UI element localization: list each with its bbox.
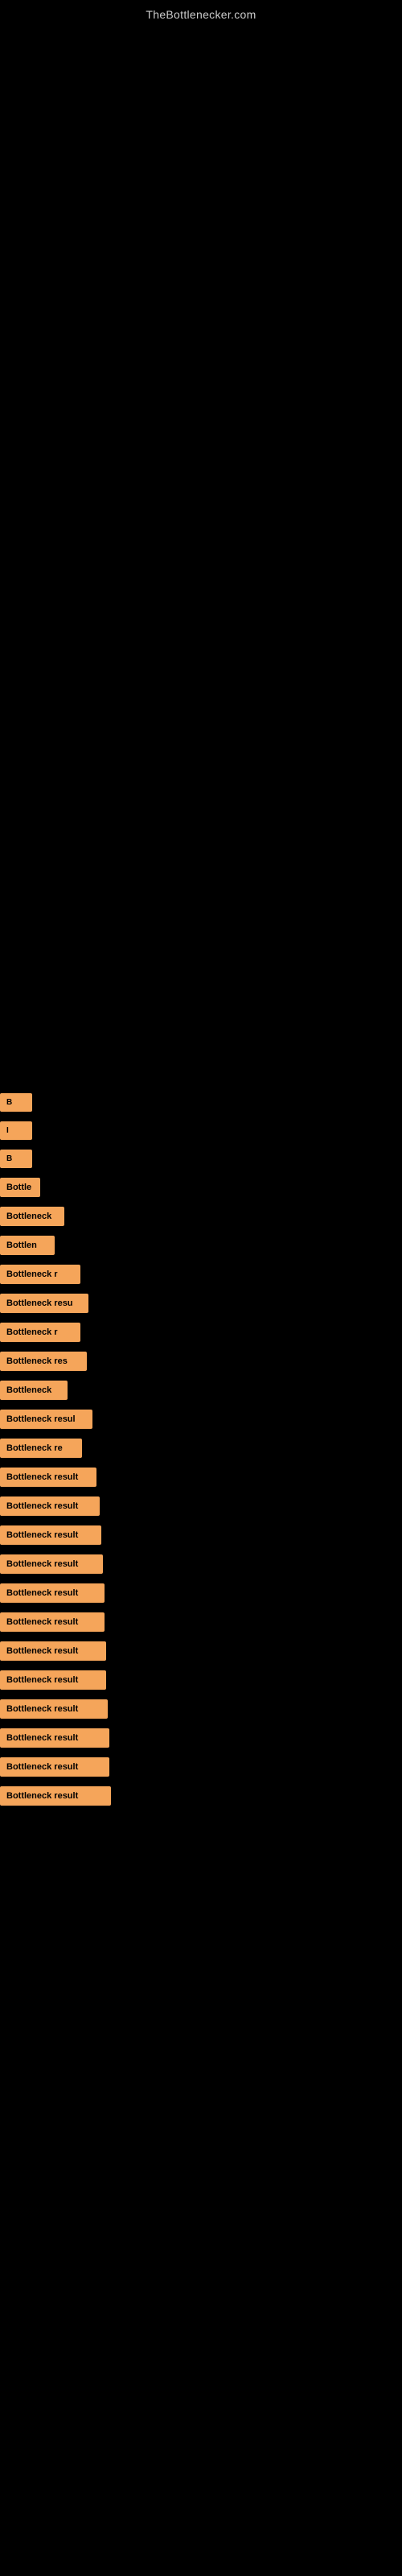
site-title: TheBottlenecker.com: [0, 0, 402, 26]
bottleneck-result-badge[interactable]: Bottleneck result: [0, 1583, 105, 1603]
bottleneck-result-badge[interactable]: Bottle: [0, 1178, 40, 1197]
result-item: I: [0, 1117, 402, 1145]
result-item: Bottleneck result: [0, 1781, 402, 1810]
bottleneck-result-badge[interactable]: Bottleneck result: [0, 1670, 106, 1690]
result-item: Bottle: [0, 1173, 402, 1202]
bottleneck-result-badge[interactable]: Bottleneck resul: [0, 1410, 92, 1429]
bottleneck-result-badge[interactable]: I: [0, 1121, 32, 1140]
results-container: BIB Bottle Bottleneck Bottlen Bottleneck r Bo…: [0, 26, 402, 1810]
bottleneck-result-badge[interactable]: Bottleneck result: [0, 1786, 111, 1806]
bottleneck-result-badge[interactable]: Bottleneck result: [0, 1468, 96, 1487]
result-item: Bottleneck result: [0, 1752, 402, 1781]
result-item: Bottleneck result: [0, 1666, 402, 1695]
result-item: Bottleneck resul: [0, 1405, 402, 1434]
result-item: Bottleneck: [0, 1202, 402, 1231]
result-item: Bottleneck re: [0, 1434, 402, 1463]
bottleneck-result-badge[interactable]: B: [0, 1150, 32, 1168]
result-item: Bottleneck result: [0, 1637, 402, 1666]
result-item: Bottleneck result: [0, 1463, 402, 1492]
result-item: Bottleneck result: [0, 1492, 402, 1521]
bottleneck-result-badge[interactable]: Bottleneck result: [0, 1728, 109, 1748]
bottleneck-result-badge[interactable]: Bottleneck resu: [0, 1294, 88, 1313]
bottleneck-result-badge[interactable]: Bottleneck: [0, 1207, 64, 1226]
result-item: Bottleneck: [0, 1376, 402, 1405]
bottleneck-result-badge[interactable]: Bottleneck result: [0, 1554, 103, 1574]
site-header: TheBottlenecker.com: [0, 0, 402, 26]
result-item: Bottleneck result: [0, 1608, 402, 1637]
bottleneck-result-badge[interactable]: Bottleneck r: [0, 1323, 80, 1342]
bottleneck-result-badge[interactable]: Bottleneck res: [0, 1352, 87, 1371]
result-item: Bottleneck r: [0, 1260, 402, 1289]
result-item: Bottleneck result: [0, 1695, 402, 1724]
bottleneck-result-badge[interactable]: Bottleneck result: [0, 1496, 100, 1516]
result-item: Bottleneck r: [0, 1318, 402, 1347]
bottleneck-result-badge[interactable]: Bottleneck result: [0, 1757, 109, 1777]
bottleneck-result-badge[interactable]: Bottleneck result: [0, 1641, 106, 1661]
bottleneck-result-badge[interactable]: B: [0, 1093, 32, 1112]
bottleneck-result-badge[interactable]: Bottleneck result: [0, 1699, 108, 1719]
result-item: Bottlen: [0, 1231, 402, 1260]
result-item: B: [0, 1088, 402, 1117]
bottleneck-result-badge[interactable]: Bottleneck: [0, 1381, 68, 1400]
result-item: Bottleneck result: [0, 1550, 402, 1579]
result-item: Bottleneck resu: [0, 1289, 402, 1318]
result-item: B: [0, 1145, 402, 1173]
result-item: Bottleneck result: [0, 1724, 402, 1752]
bottleneck-result-badge[interactable]: Bottlen: [0, 1236, 55, 1255]
result-item: Bottleneck result: [0, 1521, 402, 1550]
bottleneck-result-badge[interactable]: Bottleneck re: [0, 1439, 82, 1458]
bottleneck-result-badge[interactable]: Bottleneck result: [0, 1612, 105, 1632]
result-item: Bottleneck result: [0, 1579, 402, 1608]
bottleneck-result-badge[interactable]: Bottleneck r: [0, 1265, 80, 1284]
result-item: Bottleneck res: [0, 1347, 402, 1376]
bottleneck-result-badge[interactable]: Bottleneck result: [0, 1525, 101, 1545]
